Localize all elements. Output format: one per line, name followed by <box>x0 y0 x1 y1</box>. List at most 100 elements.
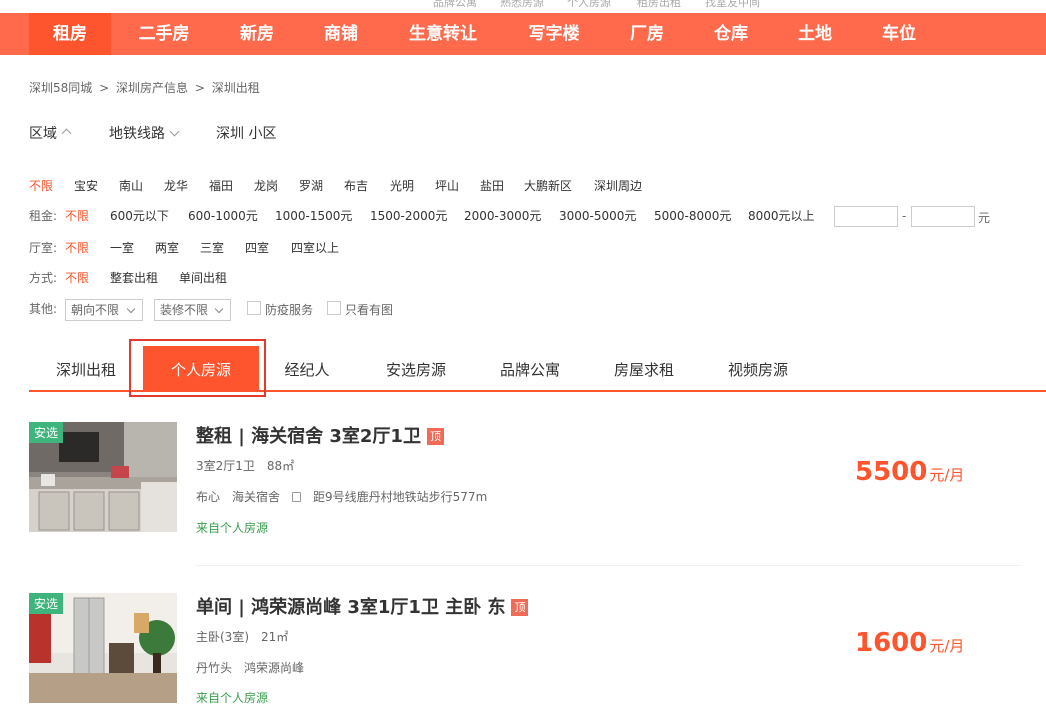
tab-brand-apartments[interactable]: 品牌公寓 <box>485 346 575 390</box>
nav-warehouse[interactable]: 仓库 <box>699 13 763 55</box>
epidemic-checkbox-label[interactable]: 防疫服务 <box>265 301 313 318</box>
nav-factory[interactable]: 厂房 <box>615 13 679 55</box>
district-filter: 不限 宝安 南山 龙华 福田 龙岗 罗湖 布吉 光明 坪山 盐田 大鹏新区 深圳… <box>29 176 729 196</box>
rent-option[interactable]: 不限 <box>65 206 89 226</box>
top-badge: 顶 <box>426 428 444 445</box>
district-option[interactable]: 龙华 <box>164 176 188 196</box>
rent-min-input[interactable] <box>834 206 898 227</box>
listing-photo[interactable]: 安选 <box>29 593 177 703</box>
rent-option[interactable]: 1500-2000元 <box>370 206 447 226</box>
other-filter-label: 其他: <box>29 302 58 316</box>
nav-second-hand[interactable]: 二手房 <box>124 13 204 55</box>
breadcrumb-link[interactable]: 深圳房产信息 <box>116 81 188 95</box>
listing-source[interactable]: 来自个人房源 <box>196 689 268 706</box>
tab-video[interactable]: 视频房源 <box>713 346 803 390</box>
rooms-option[interactable]: 四室 <box>245 238 269 258</box>
chevron-up-icon <box>61 128 72 139</box>
community-selector[interactable]: 深圳 小区 <box>216 123 276 143</box>
district-option[interactable]: 龙岗 <box>254 176 278 196</box>
listing-location: 丹竹头 鸿荣源尚峰 <box>196 659 316 676</box>
listing-item: 安选 整租 | 海关宿舍 3室2厅1卫顶 3室2厅1卫 88㎡ 布心 海关宿舍 距9号… <box>29 422 1024 572</box>
rent-option[interactable]: 5000-8000元 <box>654 206 731 226</box>
listing-title[interactable]: 单间 | 鸿荣源尚峰 3室1厅1卫 主卧 东顶 <box>196 593 529 619</box>
listing-price: 5500 元/月 <box>855 457 964 487</box>
subway-icon <box>292 492 302 502</box>
tab-verified[interactable]: 安选房源 <box>371 346 461 390</box>
orientation-dropdown[interactable]: 朝向不限 <box>65 299 143 321</box>
listing-room-info: 主卧(3室) 21㎡ <box>196 628 300 645</box>
listing-price-value: 5500 <box>855 457 928 487</box>
pics-only-checkbox-label[interactable]: 只看有图 <box>345 301 393 318</box>
mode-option[interactable]: 单间出租 <box>179 268 227 288</box>
region-selector[interactable]: 区域 <box>29 123 72 143</box>
rent-max-input[interactable] <box>911 206 975 227</box>
district-option[interactable]: 坪山 <box>435 176 459 196</box>
top-link[interactable]: 个人房源 <box>567 0 611 10</box>
listing-district[interactable]: 布心 <box>196 490 220 504</box>
listing-title-text: 单间 | 鸿荣源尚峰 3室1厅1卫 主卧 东 <box>196 597 506 618</box>
district-option[interactable]: 福田 <box>209 176 233 196</box>
rent-option[interactable]: 3000-5000元 <box>559 206 636 226</box>
nav-shop[interactable]: 商铺 <box>309 13 373 55</box>
district-option[interactable]: 不限 <box>29 176 53 196</box>
listing-item: 安选 单间 | 鸿荣源尚峰 3室1厅1卫 主卧 东顶 主卧(3室) 21㎡ 丹竹头… <box>29 593 1024 718</box>
top-link[interactable]: 熟悉房源 <box>500 0 544 10</box>
district-option[interactable]: 罗湖 <box>299 176 323 196</box>
rent-option[interactable]: 8000元以上 <box>748 206 815 226</box>
top-badge: 顶 <box>511 599 529 616</box>
listing-district[interactable]: 丹竹头 <box>196 661 232 675</box>
breadcrumb-current[interactable]: 深圳出租 <box>212 81 260 95</box>
rent-unit-label: 元 <box>978 211 991 225</box>
district-option[interactable]: 大鹏新区 <box>524 176 572 196</box>
chevron-down-icon <box>169 126 180 137</box>
rent-option[interactable]: 600元以下 <box>110 206 169 226</box>
rooms-option[interactable]: 不限 <box>65 238 89 258</box>
pics-only-checkbox[interactable] <box>327 301 341 315</box>
district-option[interactable]: 布吉 <box>344 176 368 196</box>
district-option[interactable]: 宝安 <box>74 176 98 196</box>
listing-layout: 主卧(3室) <box>196 630 249 644</box>
rooms-option[interactable]: 两室 <box>155 238 179 258</box>
listing-community[interactable]: 鸿荣源尚峰 <box>244 661 304 675</box>
chevron-down-icon <box>126 304 136 314</box>
mode-option[interactable]: 整套出租 <box>110 268 158 288</box>
rent-option[interactable]: 2000-3000元 <box>464 206 541 226</box>
nav-rent[interactable]: 租房 <box>29 13 111 55</box>
listing-community[interactable]: 海关宿舍 <box>232 490 280 504</box>
other-filter: 其他: <box>29 299 69 319</box>
rent-option[interactable]: 1000-1500元 <box>275 206 352 226</box>
top-link[interactable]: 找室友中间 <box>705 0 760 10</box>
nav-business-transfer[interactable]: 生意转让 <box>397 13 489 55</box>
tab-all-rent[interactable]: 深圳出租 <box>41 346 131 390</box>
top-link[interactable]: 品牌公寓 <box>433 0 477 10</box>
subway-selector[interactable]: 地铁线路 <box>109 123 180 143</box>
mode-filter-label: 方式: <box>29 271 58 285</box>
district-option[interactable]: 盐田 <box>480 176 504 196</box>
district-option[interactable]: 深圳周边 <box>594 176 642 196</box>
listing-title[interactable]: 整租 | 海关宿舍 3室2厅1卫顶 <box>196 422 444 448</box>
rooms-option[interactable]: 四室以上 <box>291 238 339 258</box>
nav-office[interactable]: 写字楼 <box>515 13 593 55</box>
nav-parking[interactable]: 车位 <box>867 13 931 55</box>
rooms-option[interactable]: 一室 <box>110 238 134 258</box>
rent-option[interactable]: 600-1000元 <box>188 206 258 226</box>
mode-option[interactable]: 不限 <box>65 268 89 288</box>
epidemic-checkbox[interactable] <box>247 301 261 315</box>
nav-new-house[interactable]: 新房 <box>225 13 289 55</box>
listing-room-info: 3室2厅1卫 88㎡ <box>196 457 306 474</box>
rent-filter: 租金: 不限 600元以下 600-1000元 1000-1500元 1500-… <box>29 206 829 226</box>
tab-wanted[interactable]: 房屋求租 <box>599 346 689 390</box>
listing-subway: 距9号线鹿丹村地铁站步行577m <box>313 490 488 504</box>
district-option[interactable]: 南山 <box>119 176 143 196</box>
decoration-dropdown[interactable]: 装修不限 <box>154 299 231 321</box>
breadcrumb-link[interactable]: 深圳58同城 <box>29 81 92 95</box>
top-link[interactable]: 租房出租 <box>637 0 681 10</box>
listing-source[interactable]: 来自个人房源 <box>196 519 268 536</box>
decoration-value: 装修不限 <box>160 303 209 317</box>
rooms-option[interactable]: 三室 <box>200 238 224 258</box>
community-label: 深圳 小区 <box>216 126 277 142</box>
listing-photo[interactable]: 安选 <box>29 422 177 532</box>
tab-agents[interactable]: 经纪人 <box>272 346 342 390</box>
district-option[interactable]: 光明 <box>390 176 414 196</box>
nav-land[interactable]: 土地 <box>783 13 847 55</box>
